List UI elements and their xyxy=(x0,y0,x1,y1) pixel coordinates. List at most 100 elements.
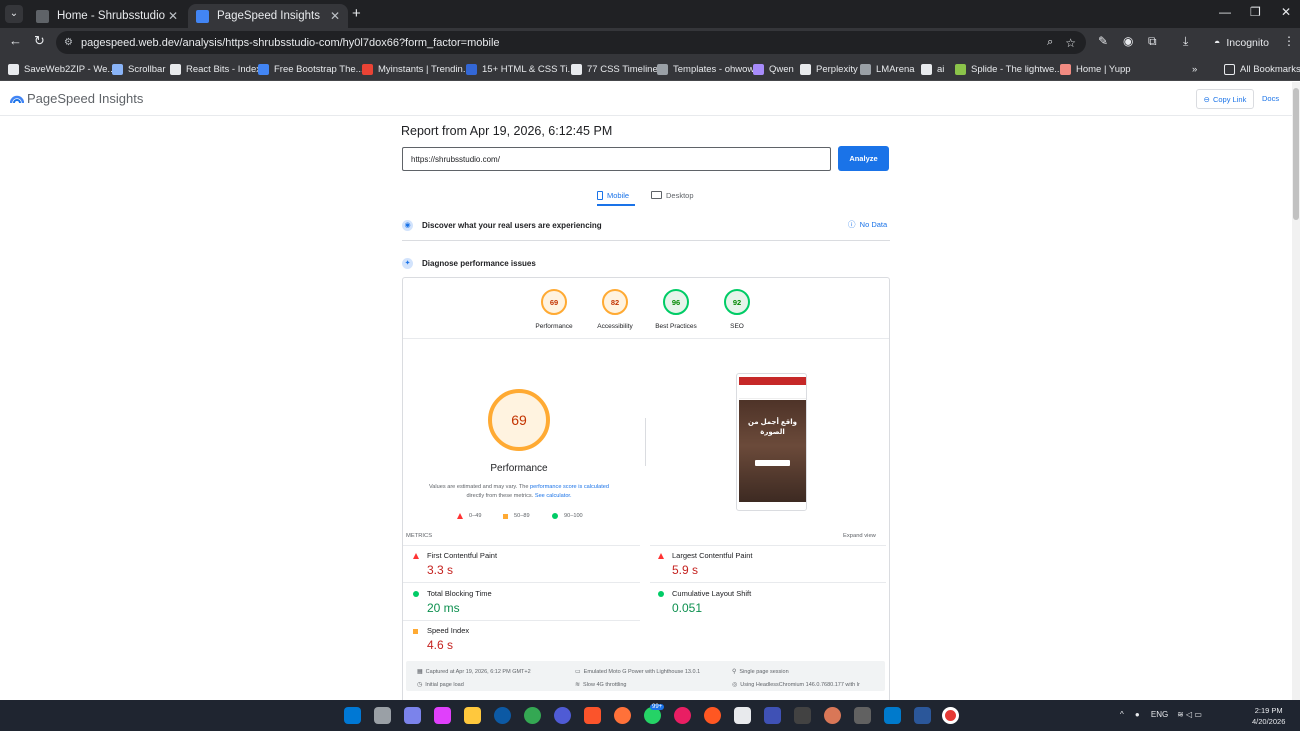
bookmark-item[interactable]: Qwen xyxy=(753,62,794,76)
word-icon[interactable] xyxy=(914,707,931,724)
bookmark-favicon-icon xyxy=(170,63,181,75)
settings-icon[interactable] xyxy=(794,707,811,724)
bookmark-item[interactable]: Splide - The lightwe... xyxy=(955,62,1062,76)
claude-icon[interactable] xyxy=(824,707,841,724)
bookmark-item[interactable]: LMArena xyxy=(860,62,915,76)
site-info-icon[interactable]: ⚙ xyxy=(64,37,73,48)
site-hero-headline: واقع أجمل من الصورة xyxy=(747,419,798,436)
copy-link-button[interactable]: ⊖ Copy Link xyxy=(1196,89,1254,109)
record-icon[interactable] xyxy=(942,707,959,724)
category-best-practices[interactable]: 96 Best Practices xyxy=(644,289,708,330)
app-icon[interactable] xyxy=(554,707,571,724)
bookmark-star-icon[interactable]: ☆ xyxy=(1065,36,1076,50)
firefox-icon[interactable] xyxy=(614,707,631,724)
tab-shrubsstudio[interactable]: Home - Shrubsstudio ✕ xyxy=(28,4,186,28)
pagespeed-logo-icon xyxy=(10,95,24,104)
extensions-icon[interactable]: ⧉ xyxy=(1148,34,1157,49)
bookmark-item[interactable]: Home | Yupp xyxy=(1060,62,1131,76)
browser-info[interactable]: ◎ Using HeadlessChromium 146.0.7680.177 w… xyxy=(732,681,860,689)
scrollbar-thumb[interactable] xyxy=(1293,88,1299,220)
category-label: Accessibility xyxy=(597,323,633,330)
real-users-section[interactable]: ◉ Discover what your real users are expe… xyxy=(402,217,890,233)
incognito-badge[interactable]: ◓ Incognito xyxy=(1206,31,1277,54)
app-icon[interactable] xyxy=(704,707,721,724)
taskbar-clock[interactable]: 2:19 PM 4/20/2026 xyxy=(1252,705,1285,727)
microphone-icon[interactable]: ● xyxy=(1135,710,1140,719)
calculator-link[interactable]: See calculator. xyxy=(535,493,572,499)
zoom-icon[interactable]: ⌕ xyxy=(1047,36,1053,49)
triangle-icon xyxy=(457,513,463,519)
notification-badge: 99+ xyxy=(650,704,665,710)
chrome-icon[interactable] xyxy=(524,707,541,724)
app-icon[interactable] xyxy=(734,707,751,724)
back-icon[interactable]: ← xyxy=(9,33,22,48)
reload-icon[interactable]: ↻ xyxy=(34,33,45,49)
diagnose-icon: ✦ xyxy=(402,257,413,269)
brave-icon[interactable] xyxy=(584,707,601,724)
score-description: Values are estimated and may vary. The p… xyxy=(428,484,610,499)
copilot-icon[interactable] xyxy=(434,707,451,724)
vscode-icon[interactable] xyxy=(884,707,901,724)
edge-icon[interactable] xyxy=(494,707,511,724)
language-indicator[interactable]: ENG xyxy=(1151,710,1168,719)
all-bookmarks[interactable]: All Bookmarks xyxy=(1224,62,1300,76)
minimize-icon[interactable]: — xyxy=(1219,5,1231,19)
category-accessibility[interactable]: 82 Accessibility xyxy=(583,289,647,330)
battery-icon[interactable]: ▭ xyxy=(1194,710,1202,719)
metric-value: 0.051 xyxy=(672,601,703,615)
category-performance[interactable]: 69 Performance xyxy=(522,289,586,330)
bookmark-item[interactable]: Scrollbar xyxy=(112,62,166,76)
app-icon[interactable] xyxy=(764,707,781,724)
close-tab-icon[interactable]: ✕ xyxy=(330,9,340,23)
task-view-icon[interactable] xyxy=(374,707,391,724)
new-tab-icon[interactable]: + xyxy=(352,5,361,22)
media-player-icon[interactable] xyxy=(674,707,691,724)
metric-value: 4.6 s xyxy=(427,638,454,652)
bookmark-item[interactable]: React Bits - Index xyxy=(170,62,261,76)
url-input[interactable]: https://shrubsstudio.com/ xyxy=(402,147,831,171)
incognito-icon: ◓ xyxy=(1214,36,1221,49)
bookmark-item[interactable]: Myinstants | Trendin... xyxy=(362,62,471,76)
teams-icon[interactable] xyxy=(404,707,421,724)
close-tab-icon[interactable]: ✕ xyxy=(168,9,178,23)
bookmark-item[interactable]: SaveWeb2ZIP - We... xyxy=(8,62,115,76)
menu-icon[interactable]: ⋮ xyxy=(1283,34,1295,48)
tab-search-button[interactable]: ⌄ xyxy=(5,5,23,23)
metrics-heading: METRICS xyxy=(406,533,433,539)
pen-extension-icon[interactable]: ✎ xyxy=(1098,34,1108,48)
page-screenshot-thumbnail[interactable]: واقع أجمل من الصورة xyxy=(736,373,807,511)
category-seo[interactable]: 92 SEO xyxy=(705,289,769,330)
start-menu-icon[interactable] xyxy=(344,707,361,724)
report-title: Report from Apr 19, 2026, 6:12:45 PM xyxy=(401,124,613,138)
app-icon[interactable] xyxy=(854,707,871,724)
wifi-icon[interactable]: ≋ xyxy=(1177,710,1184,719)
bookmark-item[interactable]: 15+ HTML & CSS Ti... xyxy=(466,62,575,76)
analyze-button[interactable]: Analyze xyxy=(838,146,889,171)
downloads-icon[interactable]: ⤓ xyxy=(1183,34,1188,49)
diagnose-section: ✦ Diagnose performance issues xyxy=(402,255,890,271)
bookmark-folder[interactable]: ai xyxy=(921,62,944,76)
tab-mobile[interactable]: Mobile xyxy=(597,186,635,206)
bookmark-item[interactable]: Free Bootstrap The... xyxy=(258,62,364,76)
camera-extension-icon[interactable]: ◉ xyxy=(1123,34,1133,48)
bookmark-item[interactable]: 77 CSS Timelines xyxy=(571,62,663,76)
bookmark-item[interactable]: Perplexity xyxy=(800,62,858,76)
maximize-icon[interactable]: ❐ xyxy=(1250,5,1261,19)
tab-desktop[interactable]: Desktop xyxy=(651,186,694,204)
tab-pagespeed[interactable]: PageSpeed Insights ✕ xyxy=(188,4,348,28)
address-bar[interactable]: ⚙ pagespeed.web.dev/analysis/https-shrub… xyxy=(56,31,1086,54)
volume-icon[interactable]: ◁ xyxy=(1186,710,1192,719)
docs-link[interactable]: Docs xyxy=(1262,94,1279,103)
metric-value: 5.9 s xyxy=(672,563,699,577)
emulated-info[interactable]: ▭ Emulated Moto G Power with Lighthouse 1… xyxy=(575,668,700,676)
throttling-info[interactable]: ≋ Slow 4G throttling xyxy=(575,681,626,689)
file-explorer-icon[interactable] xyxy=(464,707,481,724)
bookmark-item[interactable]: Templates - ohwow xyxy=(657,62,754,76)
expand-view-toggle[interactable]: Expand view xyxy=(843,533,876,539)
close-window-icon[interactable]: ✕ xyxy=(1281,5,1291,19)
more-bookmarks-icon[interactable]: » xyxy=(1192,62,1197,76)
session-info[interactable]: ⚲ Single page session xyxy=(732,668,789,676)
score-calculation-link[interactable]: performance score is calculated xyxy=(530,484,609,490)
chevron-up-icon[interactable]: ^ xyxy=(1120,710,1124,719)
folder-icon xyxy=(1224,63,1235,75)
